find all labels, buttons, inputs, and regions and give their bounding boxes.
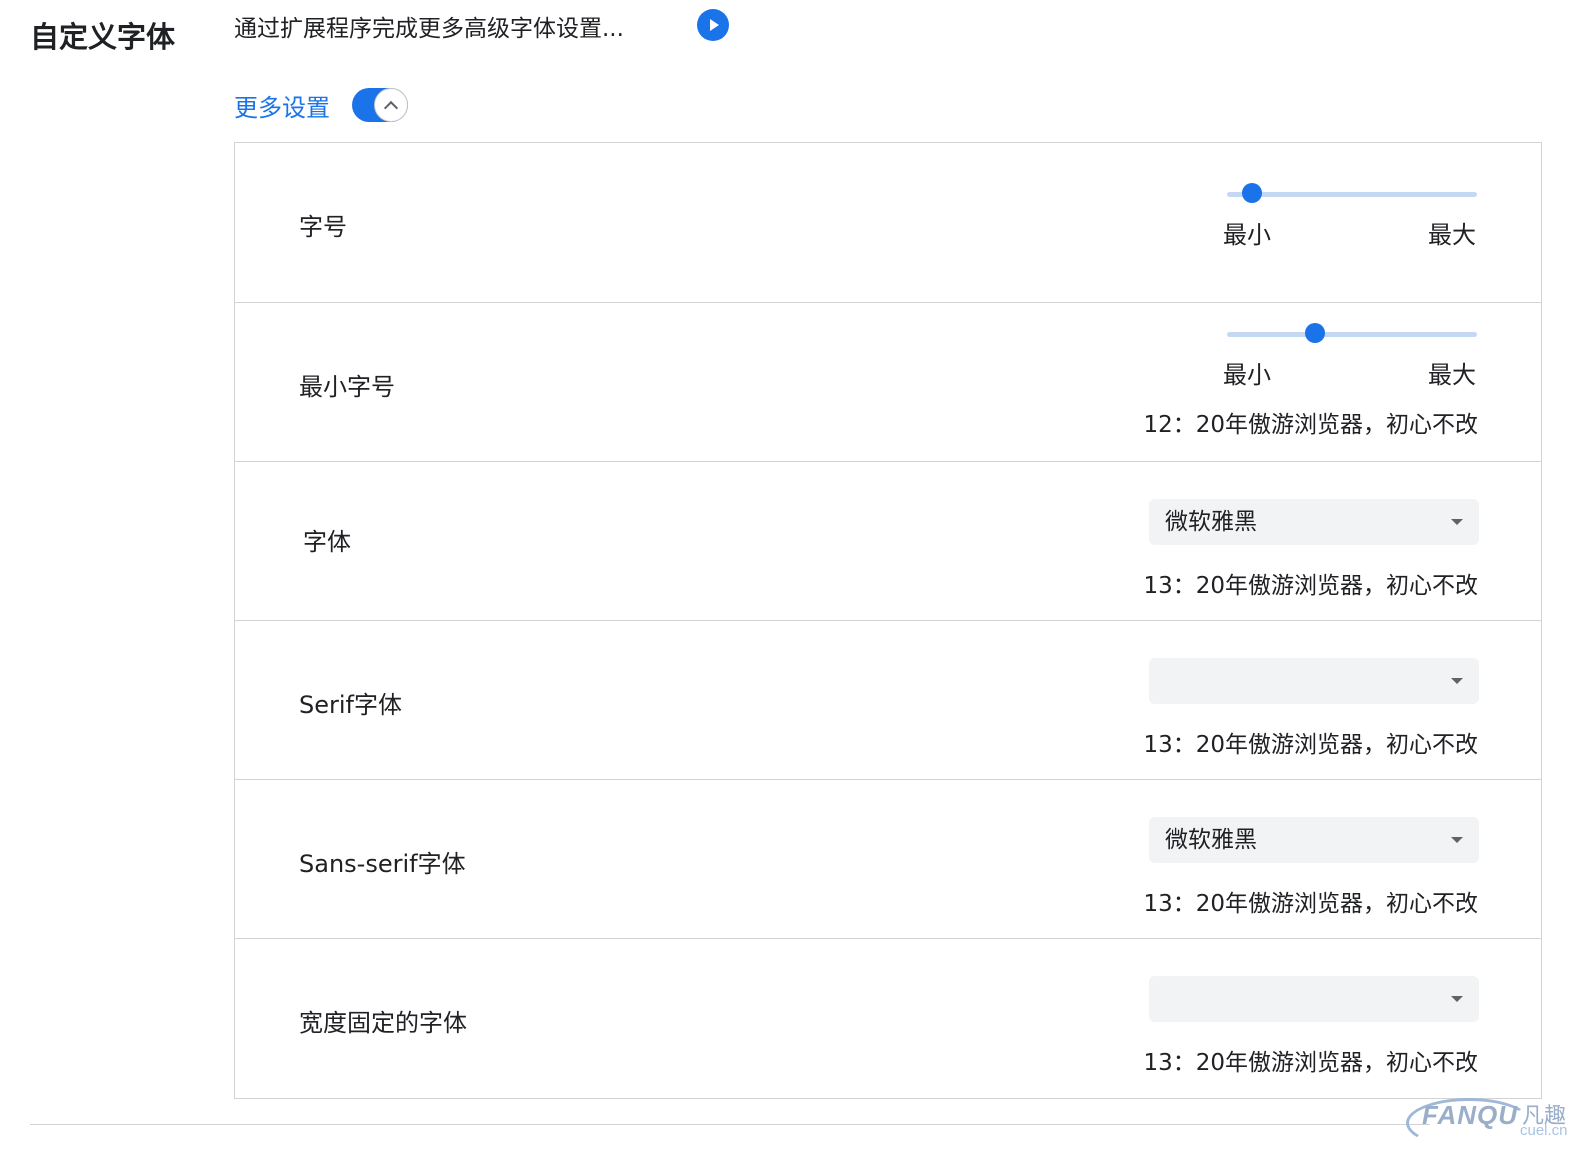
chevron-up-icon	[383, 100, 399, 115]
watermark-url: cuel.cn	[1520, 1122, 1568, 1139]
min-font-size-row: 最小字号 最小 最大 12：20年傲游浏览器，初心不改	[235, 302, 1541, 462]
more-settings-toggle[interactable]	[352, 88, 408, 122]
fixed-width-font-select[interactable]	[1149, 976, 1479, 1022]
sans-serif-font-label: Sans-serif字体	[299, 850, 466, 878]
font-sample-text: 13：20年傲游浏览器，初心不改	[1143, 573, 1478, 599]
font-sample-text: 13：20年傲游浏览器，初心不改	[1143, 891, 1478, 917]
font-sample-text: 12：20年傲游浏览器，初心不改	[1143, 412, 1478, 438]
min-font-size-slider[interactable]	[1227, 313, 1477, 353]
dropdown-value: 微软雅黑	[1165, 827, 1257, 853]
font-size-slider[interactable]	[1227, 173, 1477, 213]
toggle-knob	[374, 88, 408, 122]
slider-max-label: 最大	[1428, 221, 1476, 249]
extension-settings-link[interactable]: 通过扩展程序完成更多高级字体设置...	[234, 8, 624, 44]
sans-serif-font-row: Sans-serif字体 微软雅黑 13：20年傲游浏览器，初心不改	[235, 779, 1541, 939]
chevron-down-icon	[1451, 837, 1463, 843]
chevron-down-icon	[1451, 678, 1463, 684]
more-settings-label[interactable]: 更多设置	[234, 88, 330, 123]
serif-font-label: Serif字体	[299, 691, 402, 719]
watermark-brand: FANQU	[1422, 1100, 1518, 1130]
more-settings[interactable]: 更多设置	[234, 86, 330, 124]
standard-font-select[interactable]: 微软雅黑	[1149, 499, 1479, 545]
font-size-label: 字号	[299, 213, 347, 241]
slider-knob[interactable]	[1304, 323, 1325, 343]
sans-serif-font-select[interactable]: 微软雅黑	[1149, 817, 1479, 863]
slider-track	[1227, 192, 1477, 198]
slider-min-label: 最小	[1223, 361, 1271, 389]
slider-min-label: 最小	[1223, 221, 1271, 249]
slider-track	[1227, 332, 1477, 338]
font-size-row: 字号 最小 最大	[235, 143, 1541, 302]
watermark-logo: FANQU 凡趣 cuel.cn	[1406, 1096, 1574, 1148]
slider-knob[interactable]	[1242, 183, 1262, 203]
standard-font-row: 字体 微软雅黑 13：20年傲游浏览器，初心不改	[235, 461, 1541, 621]
extension-settings-text: 通过扩展程序完成更多高级字体设置...	[234, 16, 624, 42]
play-circle-icon[interactable]	[697, 9, 729, 41]
dropdown-value: 微软雅黑	[1165, 509, 1257, 535]
fixed-width-font-label: 宽度固定的字体	[299, 1009, 467, 1037]
chevron-down-icon	[1451, 519, 1463, 525]
slider-max-label: 最大	[1428, 361, 1476, 389]
serif-font-row: Serif字体 13：20年傲游浏览器，初心不改	[235, 620, 1541, 780]
font-sample-text: 13：20年傲游浏览器，初心不改	[1143, 732, 1478, 758]
section-divider	[30, 1124, 1430, 1125]
chevron-down-icon	[1451, 996, 1463, 1002]
min-font-size-label: 最小字号	[299, 373, 395, 401]
section-title: 自定义字体	[30, 20, 176, 54]
serif-font-select[interactable]	[1149, 658, 1479, 704]
standard-font-label: 字体	[303, 528, 351, 556]
font-sample-text: 13：20年傲游浏览器，初心不改	[1143, 1050, 1478, 1076]
fixed-width-font-row: 宽度固定的字体 13：20年傲游浏览器，初心不改	[235, 938, 1541, 1098]
font-settings-panel: 字号 最小 最大 最小字号 最小 最大 12：20年傲游浏览器，初心不改 字体 …	[234, 142, 1542, 1099]
